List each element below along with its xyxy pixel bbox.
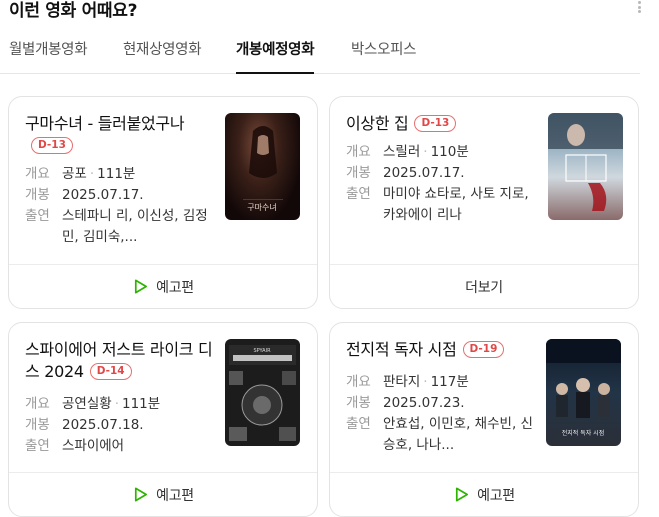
more-button[interactable]: 더보기 <box>330 264 638 308</box>
release-value: 2025.07.17. <box>62 187 144 203</box>
movie-title[interactable]: 전지적 독자 시점 D-19 <box>346 339 536 361</box>
genre-value: 판타지 <box>383 374 421 390</box>
trailer-button[interactable]: 예고편 <box>9 472 317 516</box>
poster-caption: SPYAIR <box>253 348 271 354</box>
cast-value: 스테파니 리, 이신성, 김정민, 김미숙,... <box>62 208 208 245</box>
d-day-badge: D-19 <box>462 341 505 358</box>
movie-card[interactable]: 이상한 집 D-13 개요 스릴러 · 110분 개봉 2025.07.17. 출연 마미야… <box>329 96 639 309</box>
movie-card[interactable]: 구마수녀 - 들러붙었구나D-13 개요 공포 · 111분 개봉 2025.07.17… <box>8 96 318 309</box>
movie-info: 개요 공포 · 111분 개봉 2025.07.17. 출연 스테파니 리, 이신성, 김… <box>25 164 215 248</box>
tab-now-showing[interactable]: 현재상영영화 <box>123 38 202 74</box>
movie-card[interactable]: 전지적 독자 시점 D-19 개요 판타지 · 117분 개봉 2025.07.23. 출… <box>329 322 639 517</box>
genre-value: 공연실황 <box>62 396 112 412</box>
release-label: 개봉 <box>346 165 371 181</box>
cast-value: 마미야 쇼타로, 사토 지로, 카와에이 리나 <box>383 186 529 223</box>
genre-label: 개요 <box>346 144 371 160</box>
movie-title[interactable]: 스파이에어 저스트 라이크 디스 2024 D-14 <box>25 339 215 383</box>
runtime-value: 117분 <box>430 374 469 390</box>
poster-caption: 전지적 독자 시점 <box>562 429 604 437</box>
release-value: 2025.07.17. <box>383 165 465 181</box>
genre-value: 스릴러 <box>383 144 421 160</box>
movie-poster[interactable] <box>548 113 623 220</box>
release-label: 개봉 <box>25 187 50 203</box>
runtime-value: 110분 <box>430 144 469 160</box>
more-options-icon[interactable] <box>633 0 645 14</box>
movie-poster[interactable]: SPYAIR <box>225 339 300 446</box>
cast-label: 출연 <box>25 438 50 454</box>
release-label: 개봉 <box>346 395 371 411</box>
movie-title[interactable]: 이상한 집 D-13 <box>346 113 536 135</box>
more-label: 더보기 <box>465 279 503 296</box>
trailer-label: 예고편 <box>156 279 194 296</box>
movie-info: 개요 공연실황 · 111분 개봉 2025.07.18. 출연 스파이에어 <box>25 394 215 457</box>
runtime-value: 111분 <box>97 166 136 182</box>
trailer-button[interactable]: 예고편 <box>9 264 317 308</box>
trailer-label: 예고편 <box>156 487 194 504</box>
movie-poster[interactable]: 구마수녀 <box>225 113 300 220</box>
release-label: 개봉 <box>25 417 50 433</box>
section-title: 이런 영화 어때요? <box>9 1 138 21</box>
movie-info: 개요 판타지 · 117분 개봉 2025.07.23. 출연 안효섭, 이민호, 채수빈… <box>346 372 536 456</box>
tab-box-office[interactable]: 박스오피스 <box>351 38 417 74</box>
play-icon <box>135 487 148 502</box>
cast-label: 출연 <box>346 186 371 202</box>
d-day-badge: D-13 <box>31 137 73 154</box>
poster-caption: 구마수녀 <box>247 203 276 212</box>
cast-label: 출연 <box>25 208 50 224</box>
release-value: 2025.07.23. <box>383 395 465 411</box>
play-icon <box>456 487 469 502</box>
genre-value: 공포 <box>62 166 87 182</box>
release-value: 2025.07.18. <box>62 417 144 433</box>
tab-monthly-releases[interactable]: 월별개봉영화 <box>9 38 88 74</box>
trailer-label: 예고편 <box>477 487 515 504</box>
movie-info: 개요 스릴러 · 110분 개봉 2025.07.17. 출연 마미야 쇼타로, 사토 지… <box>346 142 536 226</box>
play-icon <box>135 279 148 294</box>
tab-bar: 월별개봉영화 현재상영영화 개봉예정영화 박스오피스 <box>0 38 640 74</box>
tab-upcoming[interactable]: 개봉예정영화 <box>236 38 315 74</box>
d-day-badge: D-14 <box>89 363 132 380</box>
genre-label: 개요 <box>346 374 371 390</box>
movie-title[interactable]: 구마수녀 - 들러붙었구나D-13 <box>25 113 215 157</box>
movie-card[interactable]: 스파이에어 저스트 라이크 디스 2024 D-14 개요 공연실황 · 111분 개봉… <box>8 322 318 517</box>
genre-label: 개요 <box>25 396 50 412</box>
cast-value: 안효섭, 이민호, 채수빈, 신승호, 나나... <box>383 416 533 453</box>
runtime-value: 111분 <box>121 396 161 412</box>
cast-value: 스파이에어 <box>62 438 125 454</box>
d-day-badge: D-13 <box>414 115 457 132</box>
trailer-button[interactable]: 예고편 <box>330 472 638 516</box>
cast-label: 출연 <box>346 416 371 432</box>
genre-label: 개요 <box>25 166 50 182</box>
movie-poster[interactable]: 전지적 독자 시점 <box>546 339 621 446</box>
